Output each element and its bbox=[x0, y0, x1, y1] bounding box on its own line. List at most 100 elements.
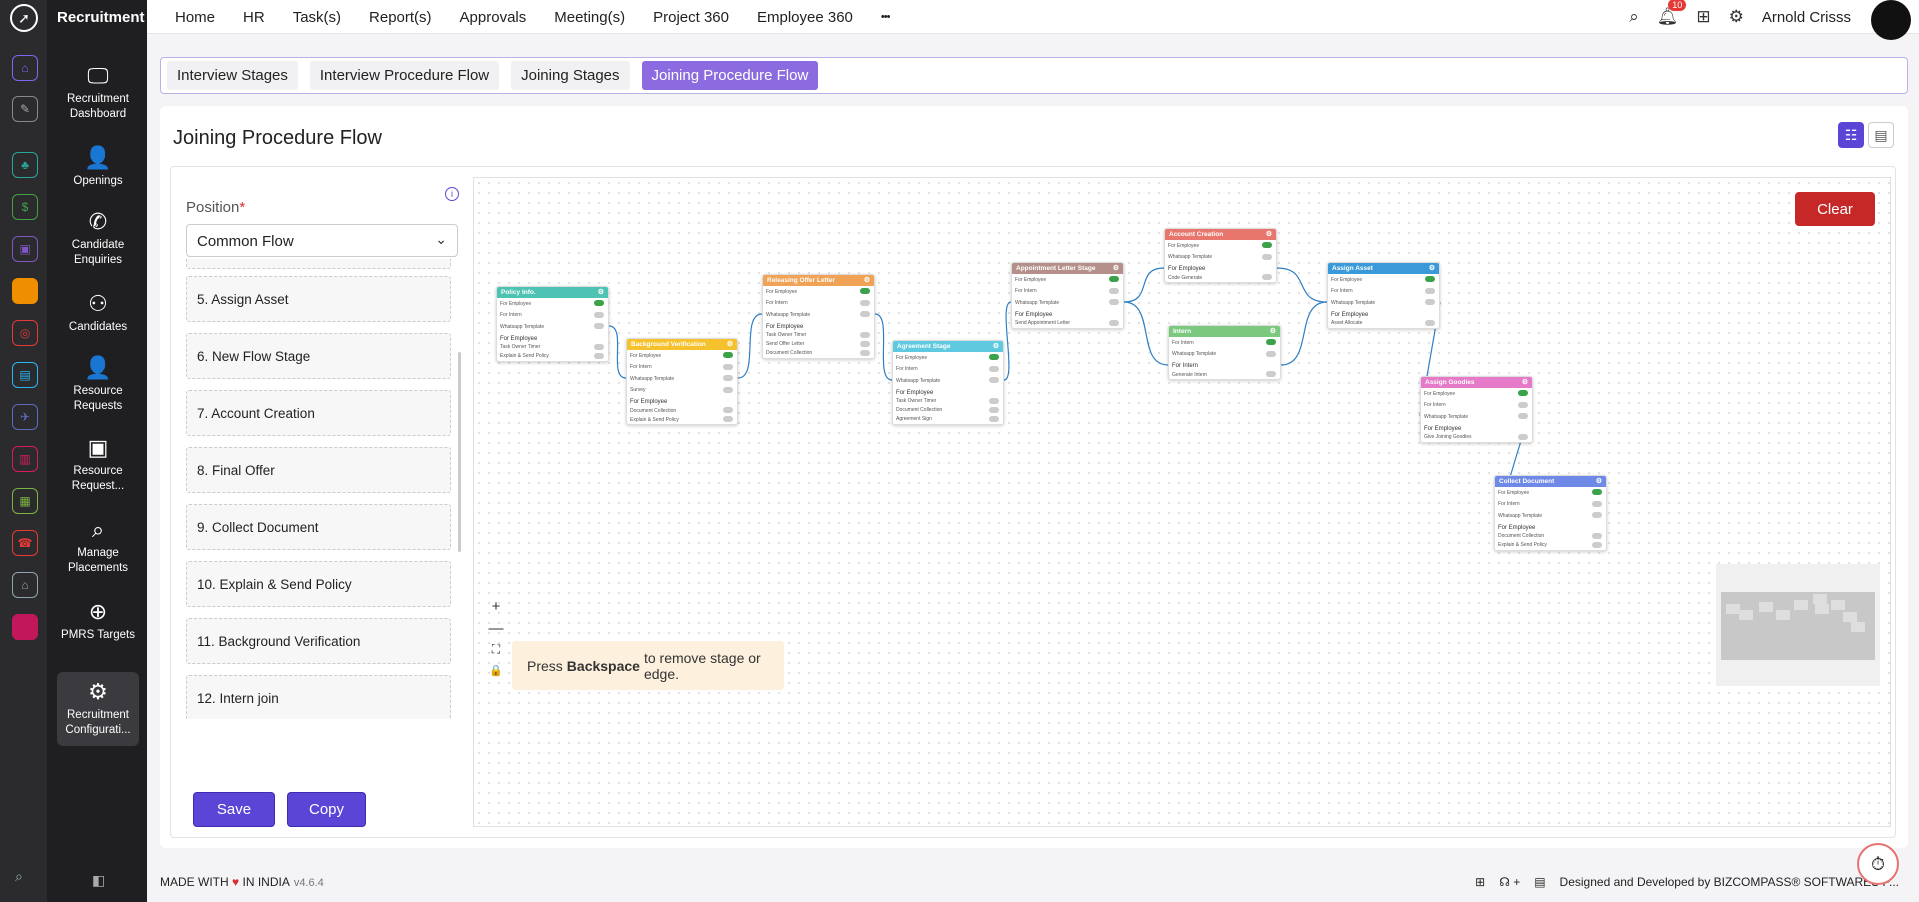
toggle-switch[interactable] bbox=[860, 299, 870, 306]
clear-button[interactable]: Clear bbox=[1795, 192, 1875, 226]
node-gear-icon[interactable]: ⚙ bbox=[1266, 230, 1272, 238]
toggle-switch[interactable] bbox=[1109, 319, 1119, 326]
stage-item[interactable]: 10. Explain & Send Policy bbox=[186, 561, 451, 607]
nav-home[interactable]: Home bbox=[175, 9, 215, 26]
support-app-icon[interactable]: ☎ bbox=[12, 530, 38, 556]
toggle-switch[interactable] bbox=[1109, 276, 1119, 282]
compass-logo-icon[interactable]: ➚ bbox=[10, 4, 38, 32]
toggle-switch[interactable] bbox=[723, 375, 733, 381]
toggle-switch[interactable] bbox=[989, 415, 999, 422]
toggle-switch[interactable] bbox=[723, 407, 733, 413]
stage-item-partial[interactable] bbox=[186, 259, 451, 269]
toggle-switch[interactable] bbox=[594, 323, 604, 329]
flow-edge[interactable] bbox=[874, 313, 893, 381]
copy-button[interactable]: Copy bbox=[287, 792, 366, 827]
menu-recruitment-dashboard[interactable]: 🖵 Recruitment Dashboard bbox=[57, 64, 139, 122]
user-name[interactable]: Arnold Crisss bbox=[1762, 9, 1851, 26]
toggle-switch[interactable] bbox=[1518, 413, 1528, 419]
stage-item[interactable]: 11. Background Verification bbox=[186, 618, 451, 664]
toggle-switch[interactable] bbox=[1262, 242, 1272, 248]
tab-joining-procedure-flow[interactable]: Joining Procedure Flow bbox=[641, 61, 819, 90]
toggle-switch[interactable] bbox=[1592, 512, 1602, 518]
zoom-out-icon[interactable]: — bbox=[486, 620, 506, 642]
collapse-icon[interactable]: ◧ bbox=[92, 872, 105, 889]
flow-node[interactable]: Releasing Offer Letter ⚙ For Employee For I… bbox=[762, 274, 875, 359]
nav-hr[interactable]: HR bbox=[243, 9, 265, 26]
flow-node[interactable]: Assign Goodies ⚙ For Employee For Intern Wha… bbox=[1420, 376, 1533, 443]
save-button[interactable]: Save bbox=[193, 792, 275, 827]
timer-icon[interactable]: ⏱ bbox=[1857, 843, 1899, 885]
toggle-switch[interactable] bbox=[1109, 287, 1119, 294]
toggle-switch[interactable] bbox=[1266, 371, 1276, 377]
toggle-switch[interactable] bbox=[1592, 489, 1602, 495]
toggle-switch[interactable] bbox=[1109, 299, 1119, 305]
node-gear-icon[interactable]: ⚙ bbox=[1270, 327, 1276, 335]
toggle-switch[interactable] bbox=[1425, 276, 1435, 282]
target-app-icon[interactable]: ◎ bbox=[12, 320, 38, 346]
menu-manage-placements[interactable]: ⌕ Manage Placements bbox=[57, 518, 139, 576]
toggle-switch[interactable] bbox=[860, 331, 870, 338]
node-gear-icon[interactable]: ⚙ bbox=[727, 340, 733, 348]
building-app-icon[interactable]: ⌂ bbox=[12, 572, 38, 598]
toggle-switch[interactable] bbox=[1262, 253, 1272, 260]
lock-icon[interactable]: 🔒 bbox=[486, 664, 506, 686]
toggle-switch[interactable] bbox=[594, 300, 604, 306]
flow-view-icon[interactable]: ☷ bbox=[1838, 122, 1864, 148]
calendar-app-icon[interactable]: ▤ bbox=[12, 362, 38, 388]
list-view-icon[interactable]: ▤ bbox=[1868, 122, 1894, 148]
flow-node[interactable]: Account Creation ⚙ For Employee Whatsapp Te… bbox=[1164, 228, 1277, 283]
toggle-switch[interactable] bbox=[860, 311, 870, 317]
stage-item[interactable]: 5. Assign Asset bbox=[186, 276, 451, 322]
bell-icon[interactable]: 🔔︎ 10 bbox=[1657, 0, 1687, 27]
menu-resource-requests[interactable]: 👤 Resource Requests bbox=[57, 356, 139, 414]
node-gear-icon[interactable]: ⚙ bbox=[1113, 264, 1119, 272]
flow-node[interactable]: Assign Asset ⚙ For Employee For Intern Whats… bbox=[1327, 262, 1440, 329]
tab-interview-procedure-flow[interactable]: Interview Procedure Flow bbox=[309, 61, 500, 90]
menu-recruitment-configuration[interactable]: ⚙ Recruitment Configurati... bbox=[57, 672, 139, 746]
toggle-switch[interactable] bbox=[860, 340, 870, 347]
windows-icon[interactable]: ⊞ bbox=[1475, 875, 1485, 889]
toggle-switch[interactable] bbox=[594, 343, 604, 350]
toggle-switch[interactable] bbox=[723, 386, 733, 393]
toggle-switch[interactable] bbox=[989, 365, 999, 372]
flow-node[interactable]: Agreement Stage ⚙ For Employee For Intern Wh… bbox=[892, 340, 1004, 425]
recruitment-app-icon[interactable]: ☺ bbox=[12, 278, 38, 304]
toggle-switch[interactable] bbox=[1266, 350, 1276, 357]
menu-openings[interactable]: 👤 Openings bbox=[57, 146, 139, 189]
toggle-switch[interactable] bbox=[1592, 532, 1602, 539]
toggle-switch[interactable] bbox=[1518, 433, 1528, 440]
tab-joining-stages[interactable]: Joining Stages bbox=[511, 61, 630, 90]
toggle-switch[interactable] bbox=[1262, 274, 1272, 280]
flow-node[interactable]: Collect Document ⚙ For Employee For Intern W… bbox=[1494, 475, 1607, 551]
info-icon[interactable]: i bbox=[445, 187, 459, 201]
toggle-switch[interactable] bbox=[723, 352, 733, 358]
pin-app-icon[interactable]: ✎ bbox=[12, 96, 38, 122]
flow-edge[interactable] bbox=[737, 313, 763, 379]
flow-node[interactable]: Intern ⚙ For Intern Whatsapp Template For In… bbox=[1168, 325, 1281, 380]
stage-item[interactable]: 7. Account Creation bbox=[186, 390, 451, 436]
search-icon[interactable]: ⌕ bbox=[15, 868, 23, 885]
nav-reports[interactable]: Report(s) bbox=[369, 9, 432, 26]
stage-item[interactable]: 12. Intern join bbox=[186, 675, 451, 719]
apps-grid-icon[interactable]: ⊞ bbox=[1696, 7, 1710, 27]
flow-edge[interactable] bbox=[1280, 301, 1328, 366]
receipt-icon[interactable]: ▤ bbox=[1534, 875, 1545, 889]
position-select[interactable]: Common Flow ⌄ bbox=[186, 224, 458, 257]
flow-edge[interactable] bbox=[1123, 301, 1169, 366]
flow-edge[interactable] bbox=[608, 325, 627, 379]
node-gear-icon[interactable]: ⚙ bbox=[1522, 378, 1528, 386]
flow-edge[interactable] bbox=[1003, 301, 1012, 381]
toggle-switch[interactable] bbox=[989, 406, 999, 413]
toggle-switch[interactable] bbox=[860, 288, 870, 294]
toggle-switch[interactable] bbox=[723, 416, 733, 422]
node-gear-icon[interactable]: ⚙ bbox=[1429, 264, 1435, 272]
menu-candidate-enquiries[interactable]: ✆ Candidate Enquiries bbox=[57, 210, 139, 268]
team-app-icon[interactable]: ♣ bbox=[12, 152, 38, 178]
menu-resource-request-2[interactable]: ▣ Resource Request... bbox=[57, 436, 139, 494]
toggle-switch[interactable] bbox=[1425, 287, 1435, 294]
flow-node[interactable]: Appointment Letter Stage ⚙ For Employee For… bbox=[1011, 262, 1124, 329]
node-gear-icon[interactable]: ⚙ bbox=[993, 342, 999, 350]
toggle-switch[interactable] bbox=[989, 397, 999, 404]
more-icon[interactable]: ••• bbox=[881, 11, 891, 23]
toggle-switch[interactable] bbox=[989, 377, 999, 383]
